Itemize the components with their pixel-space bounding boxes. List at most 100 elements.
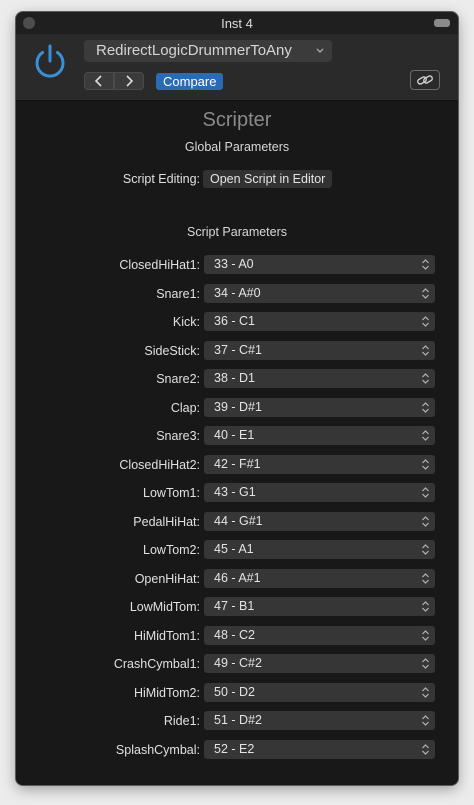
plugin-content: Scripter Global Parameters Script Editin… — [16, 101, 458, 785]
parameter-note-select[interactable]: 52 - E2 — [204, 739, 435, 759]
parameter-note-select[interactable]: 34 - A#0 — [204, 283, 435, 303]
up-down-chevron-icon — [421, 628, 430, 643]
parameter-note-select[interactable]: 51 - D#2 — [204, 711, 435, 730]
parameter-label: ClosedHiHat2: — [119, 457, 200, 472]
up-down-chevron-icon — [421, 428, 430, 443]
parameter-note-select[interactable]: 36 - C1 — [204, 312, 435, 331]
parameter-label: SideStick: — [144, 343, 200, 358]
parameter-note-select[interactable]: 50 - D2 — [204, 682, 435, 702]
parameter-row: LowTom1: 43 - G1 — [16, 483, 458, 503]
parameter-value: 42 - F#1 — [214, 456, 261, 471]
parameter-row: PedalHiHat: 44 - G#1 — [16, 511, 458, 532]
parameter-row: ClosedHiHat1: 33 - A0 — [16, 255, 458, 275]
global-parameters-title: Global Parameters — [184, 140, 290, 154]
parameter-value: 48 - C2 — [214, 627, 255, 642]
up-down-chevron-icon — [421, 400, 430, 415]
parameter-row: ClosedHiHat2: 42 - F#1 — [16, 454, 458, 475]
parameter-row: Ride1: 51 - D#2 — [16, 711, 458, 731]
parameter-note-select[interactable]: 44 - G#1 — [204, 511, 435, 531]
parameter-value: 37 - C#1 — [214, 342, 262, 357]
parameter-note-select[interactable]: 38 - D1 — [204, 369, 435, 388]
parameter-row: OpenHiHat: 46 - A#1 — [16, 568, 458, 589]
script-editing-label: Script Editing: — [122, 172, 200, 186]
parameter-note-select[interactable]: 47 - B1 — [204, 597, 435, 616]
plugin-header: RedirectLogicDrummerToAny Compare — [16, 34, 458, 101]
up-down-chevron-icon — [421, 742, 430, 757]
parameter-row: CrashCymbal1: 49 - C#2 — [16, 654, 458, 674]
plugin-window: Inst 4 RedirectLogicDrummerToAny Compare… — [16, 12, 458, 785]
parameter-row: Snare2: 38 - D1 — [16, 369, 458, 389]
parameter-value: 36 - C1 — [214, 314, 255, 328]
parameter-label: CrashCymbal1: — [113, 657, 200, 671]
parameter-label: Snare1: — [156, 286, 200, 301]
parameter-label: OpenHiHat: — [134, 571, 200, 586]
preset-menu[interactable]: RedirectLogicDrummerToAny — [84, 40, 332, 62]
parameter-value: 44 - G#1 — [214, 513, 263, 528]
parameter-row: Snare1: 34 - A#0 — [16, 283, 458, 304]
up-down-chevron-icon — [421, 257, 430, 272]
parameter-note-select[interactable]: 49 - C#2 — [204, 654, 435, 673]
parameter-label: PedalHiHat: — [133, 514, 200, 529]
open-script-editor-button[interactable]: Open Script in Editor — [203, 170, 333, 188]
chevron-right-icon — [126, 75, 134, 87]
parameter-value: 43 - G1 — [214, 485, 256, 499]
parameter-row: Snare3: 40 - E1 — [16, 426, 458, 446]
parameter-value: 45 - A1 — [214, 542, 254, 556]
up-down-chevron-icon — [421, 685, 430, 700]
up-down-chevron-icon — [421, 457, 430, 472]
parameter-note-select[interactable]: 37 - C#1 — [204, 340, 435, 360]
parameter-label: HiMidTom1: — [134, 628, 200, 643]
parameter-note-select[interactable]: 33 - A0 — [204, 255, 435, 274]
plugin-name: Scripter — [202, 109, 272, 131]
parameter-label: LowTom2: — [143, 543, 200, 557]
parameter-label: LowTom1: — [143, 486, 200, 500]
parameter-label: Clap: — [170, 400, 200, 415]
link-button[interactable] — [410, 70, 440, 90]
up-down-chevron-icon — [421, 514, 430, 529]
parameter-value: 52 - E2 — [214, 741, 255, 756]
parameter-row: HiMidTom2: 50 - D2 — [16, 682, 458, 703]
link-icon — [417, 75, 433, 85]
previous-preset-button[interactable] — [84, 72, 114, 90]
chevron-left-icon — [94, 75, 102, 87]
parameter-row: Kick: 36 - C1 — [16, 312, 458, 332]
parameter-value: 47 - B1 — [214, 599, 255, 613]
preset-name: RedirectLogicDrummerToAny — [96, 42, 292, 59]
up-down-chevron-icon — [421, 599, 430, 614]
resize-window-button[interactable] — [434, 19, 450, 27]
title-bar[interactable]: Inst 4 — [16, 12, 458, 34]
parameter-row: LowTom2: 45 - A1 — [16, 540, 458, 560]
parameter-value: 49 - C#2 — [214, 656, 262, 670]
parameter-label: Snare3: — [156, 429, 200, 443]
parameter-label: LowMidTom: — [129, 600, 200, 614]
parameter-label: HiMidTom2: — [134, 685, 200, 700]
parameter-note-select[interactable]: 48 - C2 — [204, 625, 435, 645]
parameter-label: ClosedHiHat1: — [119, 258, 200, 272]
parameter-value: 39 - D#1 — [214, 399, 262, 414]
parameter-note-select[interactable]: 43 - G1 — [204, 483, 435, 502]
parameter-label: SplashCymbal: — [115, 742, 200, 757]
parameter-row: SideStick: 37 - C#1 — [16, 340, 458, 361]
parameter-value: 38 - D1 — [214, 371, 255, 385]
parameter-value: 40 - E1 — [214, 428, 255, 442]
parameter-label: Snare2: — [156, 372, 200, 386]
parameter-row: HiMidTom1: 48 - C2 — [16, 625, 458, 646]
script-parameters-title: Script Parameters — [186, 225, 288, 239]
parameter-note-select[interactable]: 42 - F#1 — [204, 454, 435, 474]
parameter-value: 33 - A0 — [214, 257, 254, 271]
parameter-note-select[interactable]: 39 - D#1 — [204, 397, 435, 417]
parameter-label: Ride1: — [163, 714, 200, 728]
parameter-value: 46 - A#1 — [214, 570, 261, 585]
power-icon[interactable] — [30, 42, 70, 82]
up-down-chevron-icon — [421, 343, 430, 358]
parameter-note-select[interactable]: 40 - E1 — [204, 426, 435, 445]
parameter-note-select[interactable]: 46 - A#1 — [204, 568, 435, 588]
compare-button[interactable]: Compare — [156, 73, 224, 90]
up-down-chevron-icon — [421, 286, 430, 301]
parameter-label: Kick: — [172, 315, 200, 329]
parameter-value: 50 - D2 — [214, 684, 255, 699]
parameter-row: SplashCymbal: 52 - E2 — [16, 739, 458, 760]
up-down-chevron-icon — [421, 542, 430, 557]
next-preset-button[interactable] — [114, 72, 144, 90]
parameter-note-select[interactable]: 45 - A1 — [204, 540, 435, 559]
